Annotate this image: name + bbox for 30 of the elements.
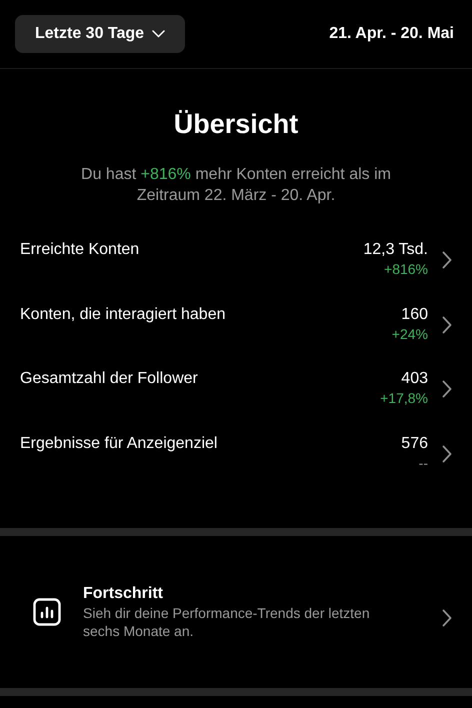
chevron-down-icon <box>152 30 166 38</box>
date-range: 21. Apr. - 20. Mai <box>329 24 454 42</box>
metric-change: +17,8% <box>380 389 428 407</box>
metric-row[interactable]: Gesamtzahl der Follower 403 +17,8% <box>0 369 472 434</box>
section-title: Übersicht <box>172 109 300 140</box>
metric-row[interactable]: Erreichte Konten 12,3 Tsd. +816% <box>0 240 472 304</box>
date-range-dropdown[interactable]: Letzte 30 Tage <box>15 14 186 52</box>
chevron-right-icon <box>442 251 452 269</box>
metric-change: +24% <box>392 324 428 342</box>
chevron-right-icon <box>442 444 452 462</box>
progress-row[interactable]: Fortschritt Sieh dir deine Performance-Trends der letzten sechs Monate an. <box>0 536 472 688</box>
metric-row[interactable]: Ergebnisse für Anzeigenziel 576 -- <box>0 434 472 498</box>
metric-change: +816% <box>384 260 428 278</box>
metric-row[interactable]: Konten, die interagiert haben 160 +24% <box>0 304 472 369</box>
progress-description: Sieh dir deine Performance-Trends der letzten sechs Monate an. <box>83 604 371 640</box>
progress-title: Fortschritt <box>83 584 164 604</box>
metric-label: Erreichte Konten <box>20 240 140 260</box>
metric-change: -- <box>418 454 428 472</box>
metric-value: 403 <box>401 369 428 389</box>
metric-label: Ergebnisse für Anzeigenziel <box>20 434 218 454</box>
metric-label: Konten, die interagiert haben <box>20 304 226 324</box>
chevron-right-icon <box>442 608 452 626</box>
chevron-right-icon <box>442 316 452 334</box>
chevron-right-icon <box>442 380 452 398</box>
metric-value: 12,3 Tsd. <box>363 240 428 260</box>
metric-label: Gesamtzahl der Follower <box>20 369 199 389</box>
metric-value: 576 <box>401 434 428 454</box>
bar-chart-icon <box>33 598 61 626</box>
summary-text: Du hast +816% mehr Konten erreicht als im Zeitraum 22. März - 20. Apr. <box>80 165 392 206</box>
metric-value: 160 <box>401 304 428 324</box>
